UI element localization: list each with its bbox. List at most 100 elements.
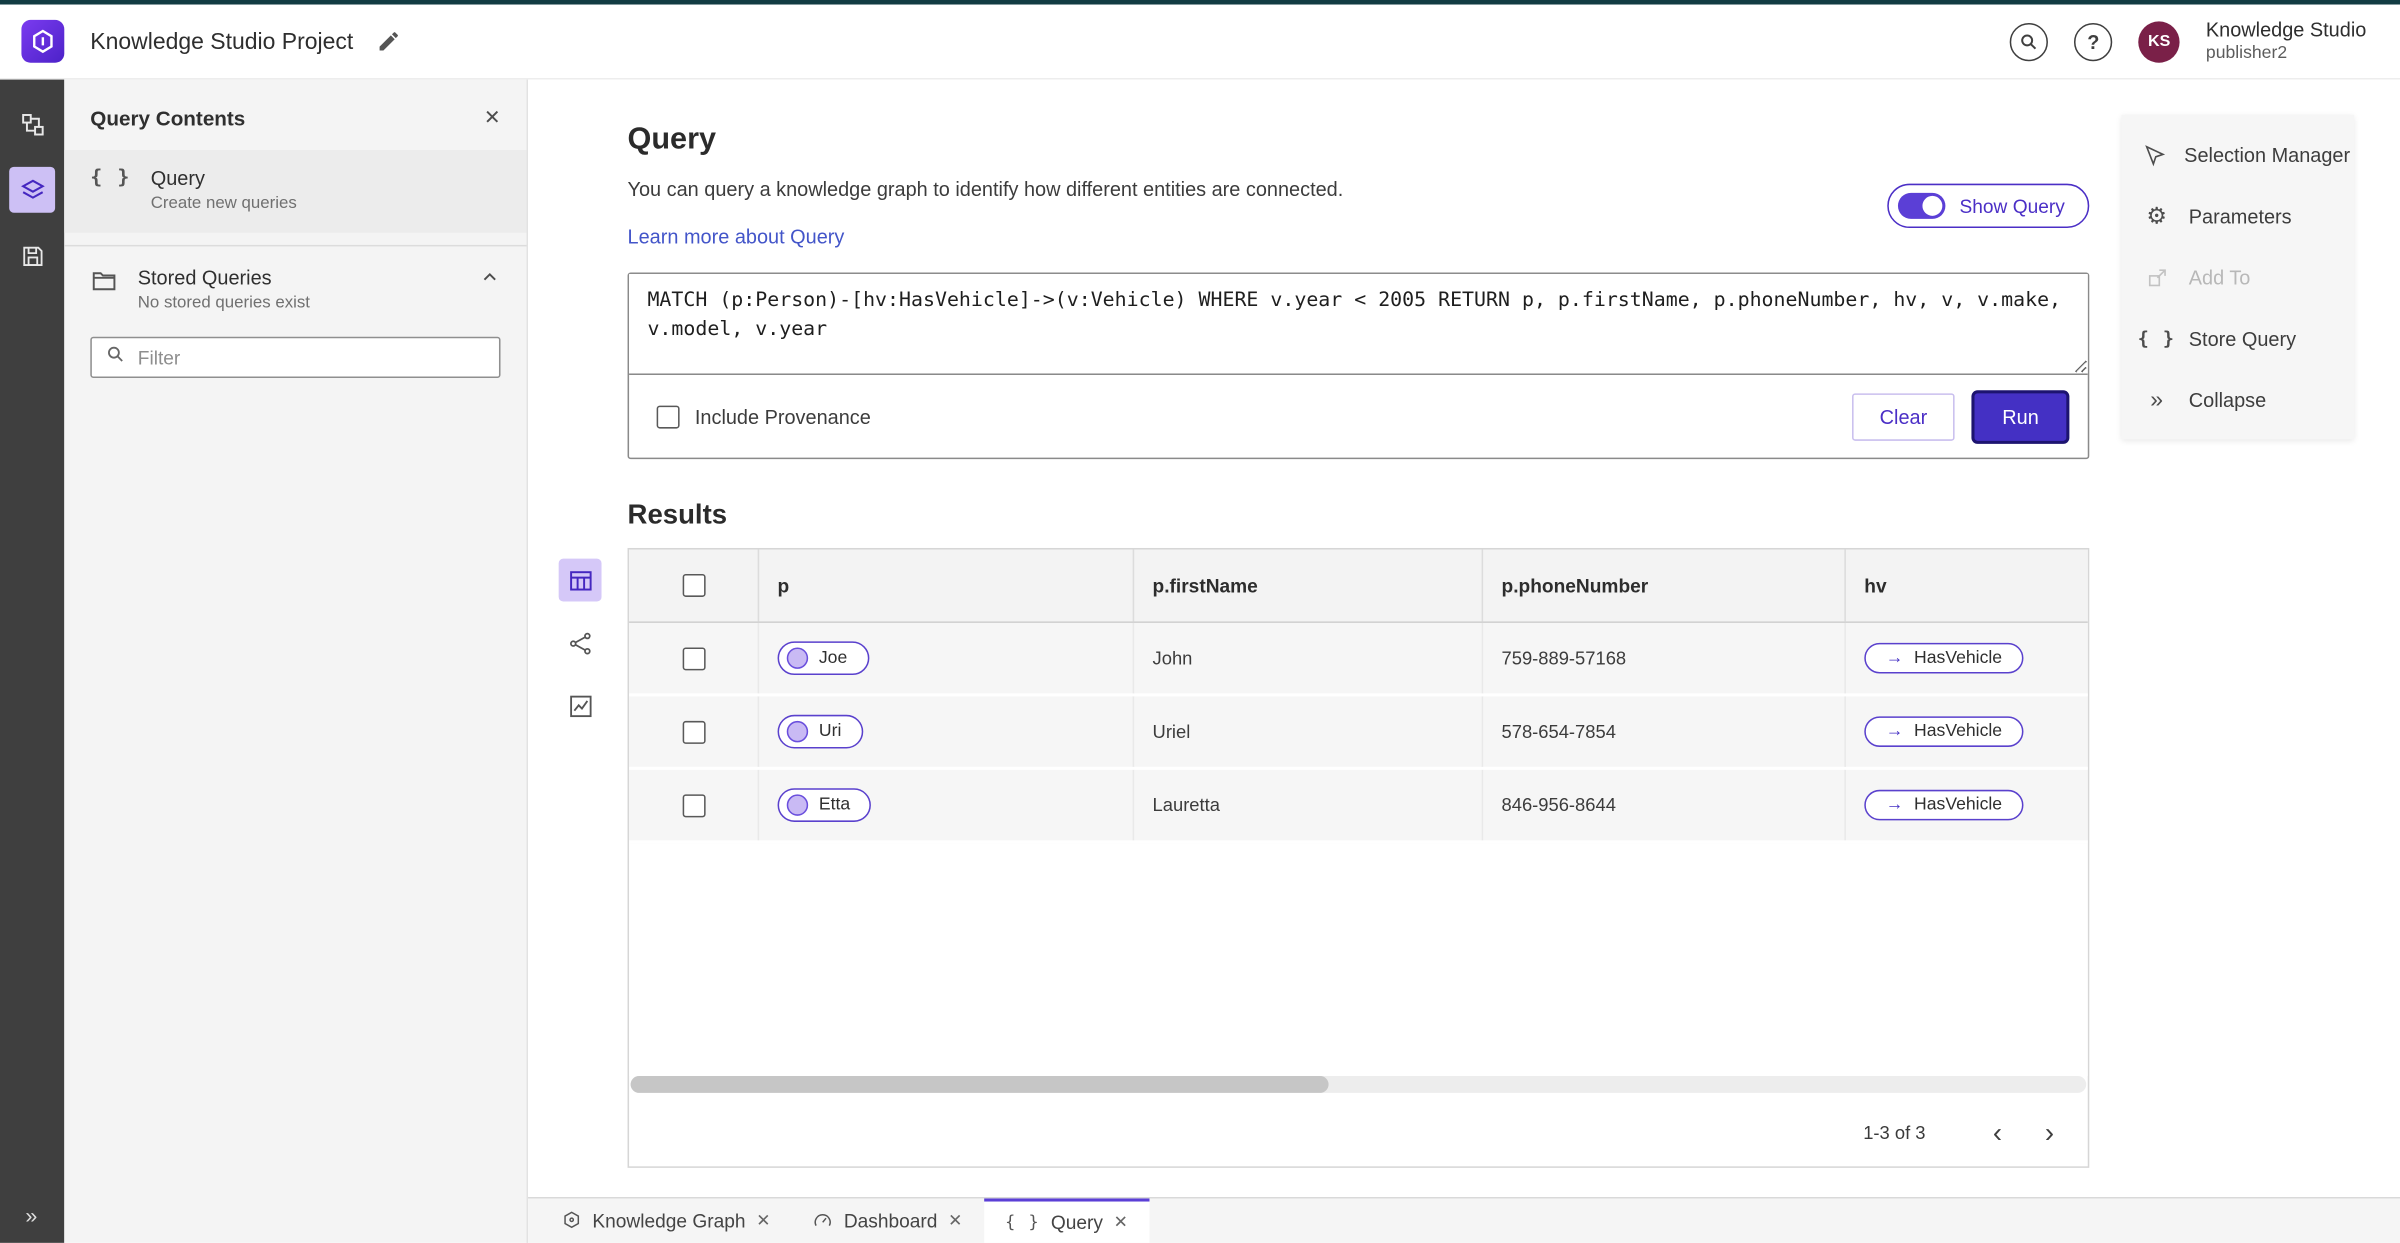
model-hierarchy-icon[interactable]: [9, 101, 55, 147]
query-textarea[interactable]: MATCH (p:Person)-[hv:HasVehicle]->(v:Veh…: [629, 273, 2088, 375]
store-query-braces-icon: { }: [2137, 327, 2176, 349]
query-actions-row: Include Provenance Clear Run: [629, 375, 2088, 458]
layers-icon[interactable]: [9, 166, 56, 213]
username-label: publisher2: [2205, 44, 2288, 63]
menu-item-collapse[interactable]: » Collapse: [2121, 369, 2354, 430]
table-row: Uri Uriel 578-654-7854 → HasVehicle: [629, 696, 2088, 770]
node-circle-icon: [786, 794, 809, 816]
graph-view-icon[interactable]: [559, 621, 602, 664]
include-provenance-label: Include Provenance: [694, 404, 871, 428]
node-circle-icon: [786, 720, 809, 743]
close-tab-icon[interactable]: ✕: [756, 1211, 770, 1230]
page-range-label: 1-3 of 3: [1863, 1121, 1926, 1144]
page-description: You can query a knowledge graph to ident…: [627, 177, 1344, 201]
table-view-icon[interactable]: [558, 558, 602, 602]
edit-title-icon[interactable]: [376, 29, 400, 53]
column-header-firstname: p.firstName: [1134, 549, 1484, 622]
panel-header: Query Contents ✕: [64, 80, 526, 150]
cell-phonenumber: 578-654-7854: [1483, 696, 1846, 767]
toggle-switch: [1898, 192, 1946, 219]
learn-more-link[interactable]: Learn more about Query: [628, 225, 845, 248]
braces-icon: { }: [90, 166, 131, 190]
header-right-cluster: ? KS Knowledge Studio publisher2: [2009, 18, 2400, 65]
knowledge-graph-icon: [562, 1211, 582, 1231]
stored-queries-section[interactable]: Stored Queries No stored queries exist: [64, 246, 526, 324]
row-checkbox[interactable]: [681, 793, 705, 817]
table-empty-area: [629, 843, 2088, 1077]
app-header: Knowledge Studio Project ? KS Knowledge …: [0, 4, 2400, 80]
clear-button[interactable]: Clear: [1852, 392, 1955, 441]
previous-page-icon[interactable]: ‹: [1974, 1110, 2020, 1156]
panel-close-icon[interactable]: ✕: [484, 106, 501, 130]
search-icon[interactable]: [2009, 22, 2049, 61]
query-item-description: Create new queries: [150, 194, 297, 213]
select-all-checkbox[interactable]: [681, 573, 705, 597]
node-pill[interactable]: Joe: [777, 641, 869, 675]
close-tab-icon[interactable]: ✕: [948, 1211, 962, 1230]
viewport: Knowledge Studio Project ? KS Knowledge …: [0, 0, 2400, 1243]
row-checkbox[interactable]: [681, 720, 705, 744]
cell-firstname: John: [1134, 622, 1484, 694]
braces-icon: { }: [1005, 1212, 1041, 1233]
results-table: p p.firstName p.phoneNumber hv Joe John …: [627, 547, 2090, 1168]
table-header-row: p p.firstName p.phoneNumber hv: [629, 549, 2088, 623]
panel-item-query[interactable]: { } Query Create new queries: [64, 149, 527, 233]
include-provenance-checkbox[interactable]: [656, 404, 680, 428]
query-actions-menu: Selection Manager ⚙ Parameters Add To {…: [2121, 114, 2355, 440]
tab-dashboard[interactable]: Dashboard ✕: [792, 1198, 984, 1242]
expand-rail-icon[interactable]: »: [25, 1203, 38, 1227]
user-block: Knowledge Studio publisher2: [2206, 18, 2366, 65]
menu-item-parameters[interactable]: ⚙ Parameters: [2121, 185, 2354, 246]
tab-query[interactable]: { } Query ✕: [983, 1198, 1150, 1243]
column-header-p: p: [759, 549, 1135, 622]
cell-phonenumber: 846-956-8644: [1483, 769, 1846, 841]
horizontal-scrollbar[interactable]: [630, 1076, 2087, 1093]
show-query-label: Show Query: [1959, 195, 2065, 217]
query-page: Query You can query a knowledge graph to…: [528, 79, 2400, 1197]
query-contents-panel: Query Contents ✕ { } Query Create new qu…: [64, 79, 529, 1243]
folder-icon: [90, 266, 118, 301]
chevron-up-icon[interactable]: [479, 266, 500, 295]
table-row: Joe John 759-889-57168 → HasVehicle: [629, 622, 2088, 697]
row-checkbox[interactable]: [681, 646, 705, 670]
column-header-hv: hv: [1864, 574, 1887, 597]
node-pill[interactable]: Etta: [777, 788, 872, 822]
edge-pill[interactable]: → HasVehicle: [1864, 789, 2024, 821]
menu-item-add-to: Add To: [2121, 246, 2354, 307]
filter-search-icon: [106, 344, 126, 372]
page-title: Query: [627, 122, 717, 157]
filter-field: [90, 336, 501, 379]
menu-item-store-query[interactable]: { } Store Query: [2121, 308, 2354, 369]
user-avatar[interactable]: KS: [2138, 20, 2180, 62]
save-icon[interactable]: [9, 233, 55, 279]
cell-firstname: Lauretta: [1134, 769, 1484, 841]
help-icon[interactable]: ?: [2074, 22, 2113, 61]
edge-pill[interactable]: → HasVehicle: [1864, 642, 2024, 674]
node-circle-icon: [786, 647, 809, 669]
pagination-bar: 1-3 of 3 ‹ ›: [629, 1099, 2088, 1166]
collapse-icon: »: [2150, 386, 2164, 413]
dashboard-icon: [813, 1211, 833, 1231]
run-button[interactable]: Run: [1974, 392, 2067, 441]
results-view-switcher: [558, 548, 628, 1168]
logo-hexagon-icon: [33, 29, 53, 54]
chart-view-icon[interactable]: [559, 684, 602, 727]
selection-manager-icon: [2143, 143, 2166, 166]
scrollbar-thumb[interactable]: [630, 1076, 1330, 1093]
query-item-label: Query: [150, 166, 205, 190]
close-tab-icon[interactable]: ✕: [1114, 1212, 1128, 1232]
menu-item-selection-manager[interactable]: Selection Manager: [2121, 124, 2354, 185]
next-page-icon[interactable]: ›: [2027, 1110, 2073, 1156]
column-header-phonenumber: p.phoneNumber: [1483, 549, 1846, 622]
app-name-label: Knowledge Studio: [2205, 17, 2367, 41]
cell-phonenumber: 759-889-57168: [1483, 622, 1846, 694]
filter-input[interactable]: [137, 346, 486, 369]
parameters-gear-icon: ⚙: [2146, 202, 2167, 229]
show-query-toggle[interactable]: Show Query: [1887, 183, 2090, 229]
left-rail: »: [0, 79, 65, 1243]
node-pill[interactable]: Uri: [777, 714, 863, 749]
edge-pill[interactable]: → HasVehicle: [1864, 716, 2024, 747]
tab-knowledge-graph[interactable]: Knowledge Graph ✕: [540, 1198, 791, 1242]
app-logo-icon[interactable]: [21, 19, 65, 63]
arrow-right-icon: →: [1885, 795, 1904, 815]
